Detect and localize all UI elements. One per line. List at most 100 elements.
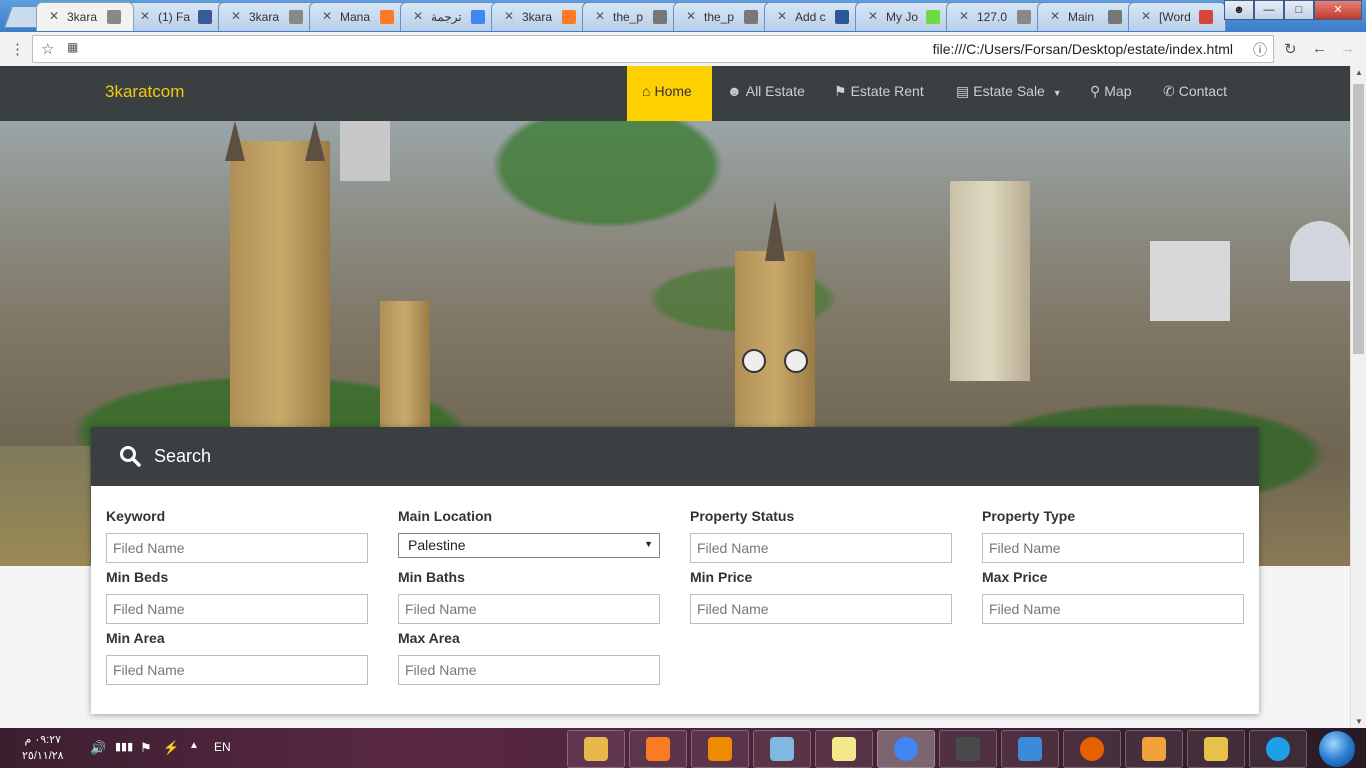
min-beds-input[interactable] — [106, 594, 368, 624]
menu-icon[interactable]: ⋮ — [10, 40, 25, 58]
close-tab-icon[interactable]: ✕ — [1141, 9, 1151, 23]
url-text[interactable]: file:///C:/Users/Forsan/Desktop/estate/i… — [933, 41, 1233, 57]
browser-tab[interactable]: ✕ 3kara — [491, 2, 589, 31]
language-indicator[interactable]: EN — [214, 740, 231, 754]
window-controls: ☻ — □ ✕ — [1224, 0, 1362, 20]
property-status-input[interactable] — [690, 533, 952, 563]
browser-tab[interactable]: ✕ 3kara — [218, 2, 316, 31]
clock-face-shape — [784, 349, 808, 373]
tab-title: 3kara — [67, 10, 98, 24]
close-tab-icon[interactable]: ✕ — [322, 9, 332, 23]
notepad-icon — [770, 737, 794, 761]
min-baths-input[interactable] — [398, 594, 660, 624]
scroll-down-icon[interactable]: ▼ — [1355, 717, 1363, 726]
browser-tab[interactable]: ✕ the_p — [673, 2, 771, 31]
photo-viewer-icon — [1018, 737, 1042, 761]
gmail-icon — [1199, 10, 1213, 24]
max-area-input[interactable] — [398, 655, 660, 685]
firefox-icon — [1080, 737, 1104, 761]
back-icon[interactable]: ← — [1312, 40, 1327, 57]
taskbar-app-button[interactable] — [567, 730, 625, 768]
user-icon[interactable]: ☻ — [1224, 0, 1254, 20]
taskbar-app-button[interactable] — [753, 730, 811, 768]
nav-contact[interactable]: ✆ Contact — [1148, 66, 1242, 121]
network-icon[interactable]: ▮▮▮ — [115, 740, 133, 753]
maximize-button[interactable]: □ — [1284, 0, 1314, 20]
browser-tab[interactable]: ✕ Add c — [764, 2, 862, 31]
taskbar-app-button[interactable] — [815, 730, 873, 768]
property-type-label: Property Type — [982, 508, 1076, 524]
nav-estate-rent[interactable]: ⚑ Estate Rent — [819, 66, 939, 121]
scrollbar-thumb[interactable] — [1353, 84, 1364, 354]
close-tab-icon[interactable]: ✕ — [140, 9, 150, 23]
close-tab-icon[interactable]: ✕ — [959, 9, 969, 23]
close-tab-icon[interactable]: ✕ — [686, 9, 696, 23]
min-beds-label: Min Beds — [106, 569, 169, 585]
search-icon — [120, 446, 141, 467]
show-hidden-icons[interactable]: ▲ — [189, 740, 199, 751]
site-navbar: 3karatcom ⌂ Home ☻ All Estate ⚑ Estate Rent… — [0, 66, 1350, 121]
browser-tab[interactable]: ✕ Main — [1037, 2, 1135, 31]
close-tab-icon[interactable]: ✕ — [595, 9, 605, 23]
nav-estate-sale[interactable]: ▤ Estate Sale ▼ — [941, 66, 1077, 121]
browser-tab[interactable]: ✕ 3kara — [36, 2, 134, 31]
nav-home[interactable]: ⌂ Home — [627, 66, 712, 121]
browser-tab[interactable]: ✕ the_p — [582, 2, 680, 31]
close-tab-icon[interactable]: ✕ — [868, 9, 878, 23]
nav-map[interactable]: ⚲ Map — [1075, 66, 1147, 121]
taskbar-app-button[interactable] — [939, 730, 997, 768]
min-price-input[interactable] — [690, 594, 952, 624]
property-type-input[interactable] — [982, 533, 1244, 563]
action-center-icon[interactable]: ⚑ — [140, 740, 152, 756]
extension-icon[interactable]: ▦ — [67, 40, 78, 54]
google-translate-icon — [471, 10, 485, 24]
site-brand[interactable]: 3karatcom — [105, 82, 184, 102]
close-tab-icon[interactable]: ✕ — [504, 9, 514, 23]
close-tab-icon[interactable]: ✕ — [49, 9, 59, 23]
info-icon[interactable]: ⓘ — [1253, 40, 1267, 60]
bookmark-star-icon[interactable]: ☆ — [41, 40, 54, 58]
browser-tab[interactable]: ✕ My Jo — [855, 2, 953, 31]
browser-tab[interactable]: ✕ [Word — [1128, 2, 1226, 31]
close-tab-icon[interactable]: ✕ — [1050, 9, 1060, 23]
taskbar-app-button[interactable] — [877, 730, 935, 768]
close-window-button[interactable]: ✕ — [1314, 0, 1362, 20]
xampp-icon — [646, 737, 670, 761]
browser-tab[interactable]: ✕ ترجمة — [400, 2, 498, 31]
scroll-up-icon[interactable]: ▲ — [1355, 68, 1363, 77]
forward-icon[interactable]: → — [1340, 40, 1355, 57]
reload-icon[interactable]: ↻ — [1284, 40, 1297, 58]
upwork-icon — [926, 10, 940, 24]
user-icon: ☻ — [727, 83, 742, 99]
taskbar-app-button[interactable] — [1187, 730, 1245, 768]
taskbar-clock[interactable]: ٠٩:٢٧ م ٢٥/١١/٢٨ — [22, 732, 64, 764]
max-price-label: Max Price — [982, 569, 1048, 585]
taskbar-app-button[interactable] — [1125, 730, 1183, 768]
caret-down-icon: ▼ — [1052, 88, 1062, 98]
power-icon[interactable]: ⚡ — [163, 740, 179, 756]
taskbar-app-button[interactable] — [691, 730, 749, 768]
minimize-button[interactable]: — — [1254, 0, 1284, 20]
start-button[interactable] — [1318, 730, 1356, 768]
min-area-input[interactable] — [106, 655, 368, 685]
max-price-input[interactable] — [982, 594, 1244, 624]
taskbar-app-button[interactable] — [629, 730, 687, 768]
taskbar-app-button[interactable] — [1249, 730, 1307, 768]
keyword-input[interactable] — [106, 533, 368, 563]
close-tab-icon[interactable]: ✕ — [413, 9, 423, 23]
victoria-tower-shape — [230, 141, 330, 441]
tab-title: ترجمة — [431, 10, 462, 24]
volume-icon[interactable]: 🔊 — [90, 740, 106, 756]
main-location-select[interactable]: Palestine ▼ — [398, 533, 660, 558]
taskbar-app-button[interactable] — [1063, 730, 1121, 768]
close-tab-icon[interactable]: ✕ — [777, 9, 787, 23]
taskbar-app-button[interactable] — [1001, 730, 1059, 768]
close-tab-icon[interactable]: ✕ — [231, 9, 241, 23]
browser-tab[interactable]: ✕ (1) Fa — [127, 2, 225, 31]
nav-all-estate[interactable]: ☻ All Estate — [712, 66, 820, 121]
address-bar[interactable]: ☆ ▦ file:///C:/Users/Forsan/Desktop/esta… — [32, 35, 1274, 63]
browser-tab[interactable]: ✕ Mana — [309, 2, 407, 31]
page-scrollbar[interactable]: ▲ ▼ — [1350, 66, 1366, 728]
browser-tab[interactable]: ✕ 127.0 — [946, 2, 1044, 31]
nav-contact-label: Contact — [1178, 83, 1227, 99]
